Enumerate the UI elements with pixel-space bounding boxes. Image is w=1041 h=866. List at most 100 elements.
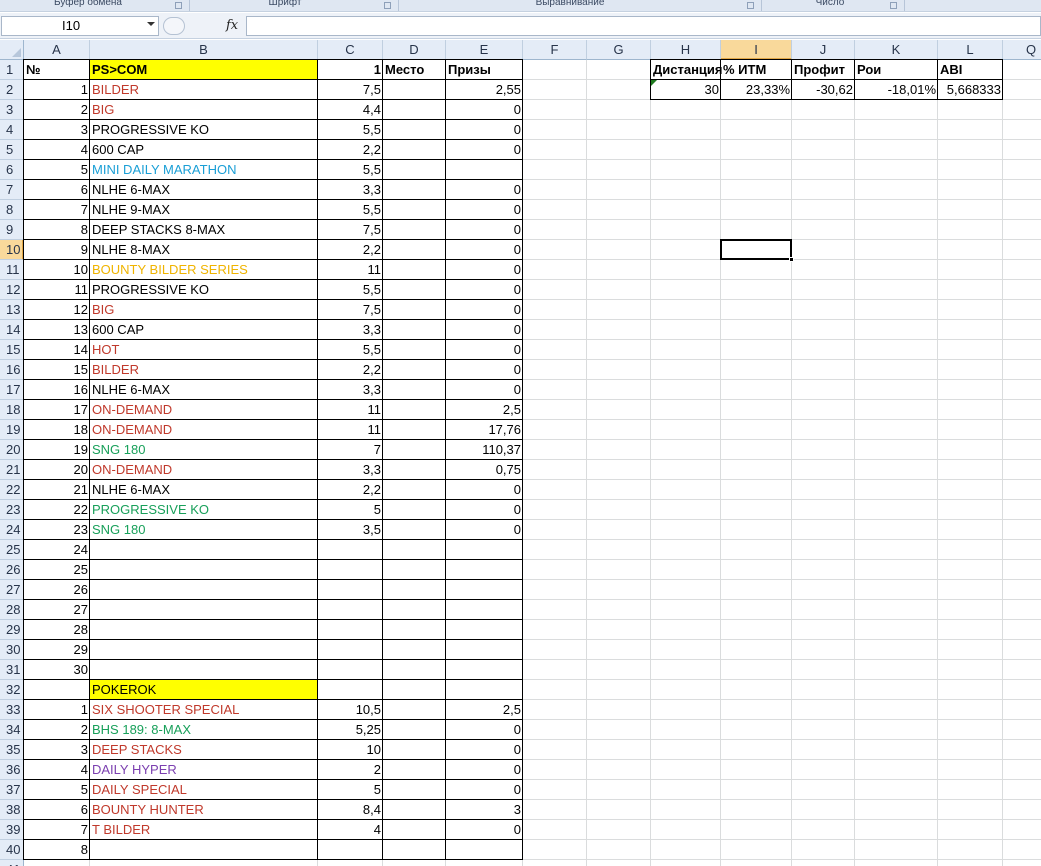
ps-prize[interactable] bbox=[446, 600, 523, 620]
stats-value-j[interactable]: -30,62 bbox=[792, 80, 855, 100]
ps-tournament-name[interactable]: ON-DEMAND bbox=[90, 460, 318, 480]
ps-buyin[interactable]: 11 bbox=[318, 420, 383, 440]
ps-tournament-name[interactable]: ON-DEMAND bbox=[90, 400, 318, 420]
ps-tournament-name[interactable]: NLHE 6-MAX bbox=[90, 380, 318, 400]
ps-row-num[interactable]: 22 bbox=[24, 500, 90, 520]
pokerok-tournament-name[interactable]: BOUNTY HUNTER bbox=[90, 800, 318, 820]
ps-prize[interactable] bbox=[446, 560, 523, 580]
row-header-36[interactable]: 36 bbox=[0, 760, 24, 780]
pokerok-row-num[interactable]: 5 bbox=[24, 780, 90, 800]
pokerok-prize[interactable]: 0 bbox=[446, 760, 523, 780]
fill-handle[interactable] bbox=[789, 257, 794, 262]
stats-header-h[interactable]: Дистанция bbox=[651, 60, 723, 80]
row-header-10[interactable]: 10 bbox=[0, 240, 24, 260]
ps-prize[interactable]: 0 bbox=[446, 100, 523, 120]
stats-value-k[interactable]: -18,01% bbox=[855, 80, 938, 100]
pokerok-tournament-name[interactable]: DEEP STACKS bbox=[90, 740, 318, 760]
ps-buyin[interactable]: 7,5 bbox=[318, 220, 383, 240]
ps-row-num[interactable]: 5 bbox=[24, 160, 90, 180]
pokerok-prize[interactable]: 2,5 bbox=[446, 700, 523, 720]
ps-prize[interactable]: 17,76 bbox=[446, 420, 523, 440]
ps-row-num[interactable]: 14 bbox=[24, 340, 90, 360]
ps-buyin[interactable]: 3,3 bbox=[318, 320, 383, 340]
row-header-7[interactable]: 7 bbox=[0, 180, 24, 200]
ps-tournament-name[interactable]: HOT bbox=[90, 340, 318, 360]
insert-function-icon[interactable]: fx bbox=[226, 16, 238, 36]
pokerok-row-num[interactable]: 4 bbox=[24, 760, 90, 780]
pokerok-buyin[interactable] bbox=[318, 840, 383, 860]
row-header-32[interactable]: 32 bbox=[0, 680, 24, 700]
pokerok-label[interactable]: POKEROK bbox=[90, 680, 318, 700]
ps-buyin[interactable]: 3,3 bbox=[318, 180, 383, 200]
pokerok-tournament-name[interactable]: SIX SHOOTER SPECIAL bbox=[90, 700, 318, 720]
ps-prize[interactable]: 0 bbox=[446, 360, 523, 380]
row-header-31[interactable]: 31 bbox=[0, 660, 24, 680]
ps-buyin[interactable]: 11 bbox=[318, 260, 383, 280]
ps-row-num[interactable]: 23 bbox=[24, 520, 90, 540]
row-header-16[interactable]: 16 bbox=[0, 360, 24, 380]
column-header-c[interactable]: C bbox=[318, 40, 383, 60]
ps-row-num[interactable]: 4 bbox=[24, 140, 90, 160]
ps-row-num[interactable]: 16 bbox=[24, 380, 90, 400]
ps-row-num[interactable]: 21 bbox=[24, 480, 90, 500]
ps-buyin[interactable] bbox=[318, 560, 383, 580]
ps-tournament-name[interactable]: BILDER bbox=[90, 80, 318, 100]
row-header-38[interactable]: 38 bbox=[0, 800, 24, 820]
ps-tournament-name[interactable]: MINI DAILY MARATHON bbox=[90, 160, 318, 180]
pokerok-buyin[interactable]: 5 bbox=[318, 780, 383, 800]
ps-tournament-name[interactable]: BIG bbox=[90, 100, 318, 120]
pokerok-tournament-name[interactable]: BHS 189: 8-MAX bbox=[90, 720, 318, 740]
row-header-29[interactable]: 29 bbox=[0, 620, 24, 640]
pokerok-row-num[interactable]: 7 bbox=[24, 820, 90, 840]
column-header-f[interactable]: F bbox=[523, 40, 587, 60]
ps-tournament-name[interactable]: DEEP STACKS 8-MAX bbox=[90, 220, 318, 240]
ps-tournament-name[interactable]: BILDER bbox=[90, 360, 318, 380]
stats-header-l[interactable]: ABI bbox=[938, 60, 1003, 80]
ps-buyin[interactable]: 2,2 bbox=[318, 140, 383, 160]
formula-bar-toggle-icon[interactable] bbox=[163, 17, 185, 35]
pokerok-row-num[interactable]: 6 bbox=[24, 800, 90, 820]
ps-tournament-name[interactable]: SNG 180 bbox=[90, 440, 318, 460]
ps-tournament-name[interactable]: 600 CAP bbox=[90, 320, 318, 340]
row-header-17[interactable]: 17 bbox=[0, 380, 24, 400]
column-header-h[interactable]: H bbox=[651, 40, 721, 60]
ps-prize[interactable]: 0 bbox=[446, 120, 523, 140]
ps-row-num[interactable]: 30 bbox=[24, 660, 90, 680]
ps-buyin[interactable] bbox=[318, 580, 383, 600]
ps-buyin[interactable]: 11 bbox=[318, 400, 383, 420]
row-header-22[interactable]: 22 bbox=[0, 480, 24, 500]
alignment-launcher-icon[interactable] bbox=[747, 2, 754, 9]
ps-row-num[interactable]: 12 bbox=[24, 300, 90, 320]
pokerok-tournament-name[interactable]: DAILY SPECIAL bbox=[90, 780, 318, 800]
pokerok-buyin[interactable]: 2 bbox=[318, 760, 383, 780]
ps-buyin[interactable] bbox=[318, 600, 383, 620]
ps-prize[interactable] bbox=[446, 580, 523, 600]
ps-row-num[interactable]: 10 bbox=[24, 260, 90, 280]
ps-tournament-name[interactable] bbox=[90, 640, 318, 660]
number-launcher-icon[interactable] bbox=[890, 2, 897, 9]
ps-row-num[interactable]: 7 bbox=[24, 200, 90, 220]
clipboard-launcher-icon[interactable] bbox=[175, 2, 182, 9]
row-header-13[interactable]: 13 bbox=[0, 300, 24, 320]
column-header-a[interactable]: A bbox=[24, 40, 90, 60]
pokerok-tournament-name[interactable]: T BILDER bbox=[90, 820, 318, 840]
row-header-41[interactable]: 41 bbox=[0, 860, 24, 866]
ps-row-num[interactable]: 13 bbox=[24, 320, 90, 340]
ps-buyin[interactable]: 2,2 bbox=[318, 480, 383, 500]
ps-prize[interactable]: 0 bbox=[446, 260, 523, 280]
ps-row-num[interactable]: 18 bbox=[24, 420, 90, 440]
ps-row-num[interactable]: 26 bbox=[24, 580, 90, 600]
pokerok-buyin[interactable]: 8,4 bbox=[318, 800, 383, 820]
ps-tournament-name[interactable]: ON-DEMAND bbox=[90, 420, 318, 440]
header-mesto[interactable]: Место bbox=[383, 60, 446, 80]
ps-row-num[interactable]: 11 bbox=[24, 280, 90, 300]
ps-tournament-name[interactable]: NLHE 6-MAX bbox=[90, 180, 318, 200]
ps-row-num[interactable]: 25 bbox=[24, 560, 90, 580]
row-header-15[interactable]: 15 bbox=[0, 340, 24, 360]
ribbon-group-number[interactable]: Число bbox=[790, 0, 870, 9]
ps-buyin[interactable]: 5,5 bbox=[318, 160, 383, 180]
row-header-35[interactable]: 35 bbox=[0, 740, 24, 760]
ps-buyin[interactable]: 3,5 bbox=[318, 520, 383, 540]
ps-tournament-name[interactable] bbox=[90, 600, 318, 620]
ps-row-num[interactable]: 29 bbox=[24, 640, 90, 660]
